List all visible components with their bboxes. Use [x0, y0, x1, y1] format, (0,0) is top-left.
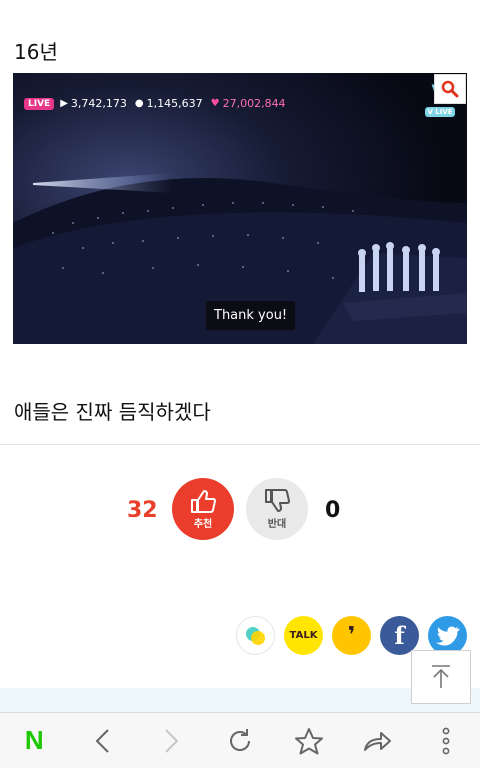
page: 16년 LIVE ▶ 3,742,173 ● 1,145,637 ♥ 27,00…: [0, 0, 480, 768]
ad-banner[interactable]: [0, 688, 480, 712]
zoom-button[interactable]: [434, 74, 466, 104]
chevron-left-icon: [95, 728, 109, 753]
magnifier-icon: [441, 80, 459, 98]
share-button[interactable]: [357, 721, 397, 761]
post-caption: 애들은 진짜 듬직하겠다: [14, 400, 211, 424]
more-menu-button[interactable]: [426, 721, 466, 761]
share-band-button[interactable]: [236, 616, 275, 655]
downvote-label: 반대: [267, 519, 287, 530]
upvote-button[interactable]: 추천: [172, 478, 234, 540]
back-button[interactable]: [83, 721, 123, 761]
downvote-button[interactable]: 반대: [246, 478, 308, 540]
reload-icon: [230, 728, 250, 751]
upvote-label: 추천: [193, 519, 213, 530]
heart-count: ♥ 27,002,844: [211, 97, 286, 110]
share-kakaotalk-button[interactable]: TALK: [284, 616, 323, 655]
scroll-top-button[interactable]: [411, 650, 471, 704]
twitter-icon: [435, 626, 459, 645]
comment-count: ● 1,145,637: [135, 97, 203, 110]
vote-section: 32 추천 반대 0: [0, 478, 480, 542]
bookmark-button[interactable]: [289, 721, 329, 761]
chat-bubble-icon: ●: [134, 98, 144, 109]
divider: [0, 444, 480, 445]
more-vertical-icon: [442, 727, 450, 754]
chevron-right-icon: [165, 728, 179, 753]
play-count: ▶ 3,742,173: [60, 97, 127, 110]
forward-button[interactable]: [151, 721, 191, 761]
facebook-icon: f: [394, 621, 405, 650]
post-year-label: 16년: [14, 40, 58, 64]
share-kakaostory-button[interactable]: ❜: [332, 616, 371, 655]
arrow-up-to-top-icon: [432, 665, 450, 688]
naver-home-button[interactable]: N: [14, 721, 54, 761]
share-arrow-icon: [364, 731, 392, 751]
comment-count-value: 1,145,637: [146, 97, 203, 110]
video-frame[interactable]: LIVE ▶ 3,742,173 ● 1,145,637 ♥ 27,002,84…: [13, 73, 467, 344]
heart-icon: ♥: [210, 98, 220, 109]
band-icon: [245, 626, 265, 645]
heart-count-value: 27,002,844: [222, 97, 286, 110]
live-badge: LIVE: [24, 97, 55, 110]
browser-toolbar: N: [0, 712, 480, 768]
reload-button[interactable]: [220, 721, 260, 761]
star-icon: [294, 727, 323, 754]
kakaostory-icon: ❜: [347, 623, 356, 648]
upvote-count: 32: [127, 498, 158, 523]
thumbs-up-icon: [191, 490, 216, 513]
thumbs-down-icon: [265, 489, 290, 512]
naver-logo-icon: N: [24, 725, 44, 755]
play-icon: ▶: [60, 98, 68, 109]
vlive-logo-text: V LIVE: [425, 107, 455, 117]
live-stats: LIVE ▶ 3,742,173 ● 1,145,637 ♥ 27,002,84…: [24, 97, 294, 110]
kakaotalk-icon: TALK: [289, 630, 318, 641]
downvote-count: 0: [325, 498, 341, 523]
play-count-value: 3,742,173: [70, 97, 127, 110]
video-subtitle: Thank you!: [206, 301, 296, 330]
